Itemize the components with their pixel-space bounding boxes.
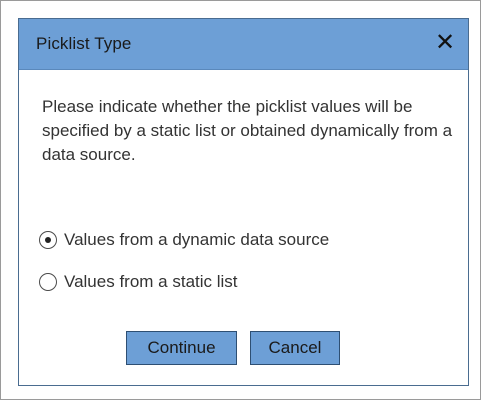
cancel-button[interactable]: Cancel [250, 331, 340, 365]
radio-button-static[interactable] [39, 273, 57, 291]
radio-button-dynamic[interactable] [39, 231, 57, 249]
dialog-message: Please indicate whether the picklist val… [42, 97, 453, 164]
close-icon[interactable]: ✕ [434, 30, 456, 54]
dialog-title: Picklist Type [36, 34, 132, 53]
radio-label-static: Values from a static list [64, 272, 238, 291]
radio-label-dynamic: Values from a dynamic data source [64, 230, 330, 249]
picklist-type-dialog: Picklist Type ✕ Please indicate whether … [18, 18, 469, 386]
continue-button[interactable]: Continue [126, 331, 237, 365]
radio-option-dynamic[interactable]: Values from a dynamic data source [39, 228, 329, 252]
radio-option-static[interactable]: Values from a static list [39, 270, 238, 294]
window-frame: Picklist Type ✕ Please indicate whether … [0, 0, 481, 400]
dialog-titlebar: Picklist Type ✕ [19, 19, 468, 70]
